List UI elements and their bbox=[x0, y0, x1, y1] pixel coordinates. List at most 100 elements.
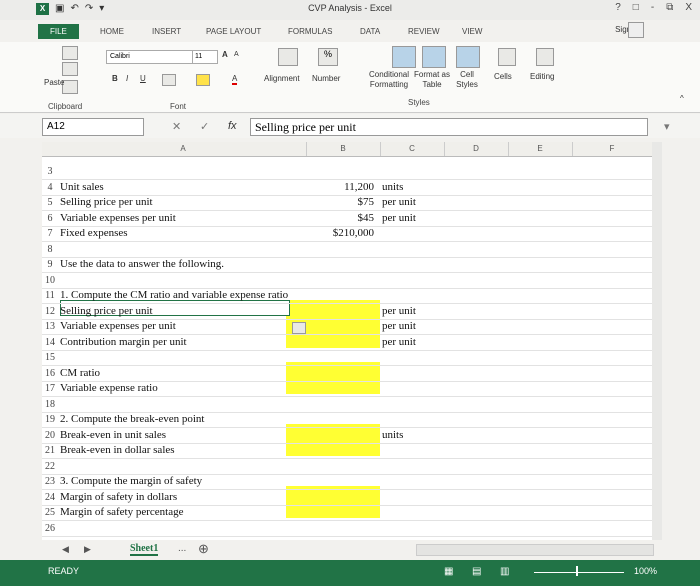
cell-a[interactable]: Variable expense ratio bbox=[60, 381, 158, 396]
cell-b[interactable] bbox=[306, 397, 374, 412]
page-layout-view-icon[interactable]: ▤ bbox=[472, 566, 481, 577]
expand-formula-bar-icon[interactable]: ▾ bbox=[664, 120, 670, 133]
cells-button[interactable]: Cells bbox=[494, 72, 512, 81]
row-number[interactable]: 7 bbox=[42, 226, 58, 241]
column-header-f[interactable]: F bbox=[572, 142, 652, 156]
font-name-dropdown[interactable]: Calibri bbox=[106, 50, 195, 64]
cell-b[interactable] bbox=[306, 459, 374, 474]
column-header-a[interactable]: A bbox=[60, 142, 307, 156]
close-button[interactable]: X bbox=[685, 2, 692, 13]
row-number[interactable]: 6 bbox=[42, 211, 58, 226]
cell-b[interactable] bbox=[306, 474, 374, 489]
cell-b[interactable] bbox=[306, 428, 374, 443]
cell-b[interactable] bbox=[306, 304, 374, 319]
cell-b[interactable] bbox=[306, 366, 374, 381]
tab-review[interactable]: REVIEW bbox=[408, 27, 440, 36]
zoom-level[interactable]: 100% bbox=[634, 566, 657, 576]
sheet-tab-sheet1[interactable]: Sheet1 bbox=[130, 543, 159, 556]
tab-formulas[interactable]: FORMULAS bbox=[288, 27, 332, 36]
cell-a[interactable]: Selling price per unit bbox=[60, 195, 153, 210]
cell-b[interactable]: $210,000 bbox=[306, 226, 374, 241]
cell-b[interactable] bbox=[306, 319, 374, 334]
prev-sheet-icon[interactable]: ◀ bbox=[62, 544, 69, 555]
underline-button[interactable]: U bbox=[140, 74, 146, 83]
row-number[interactable]: 4 bbox=[42, 180, 58, 195]
cell-b[interactable] bbox=[306, 350, 374, 365]
row-number[interactable]: 17 bbox=[42, 381, 58, 396]
cell-c[interactable]: per unit bbox=[382, 211, 416, 226]
alignment-button[interactable]: Alignment bbox=[264, 74, 300, 83]
column-header-b[interactable]: B bbox=[306, 142, 381, 156]
cell-c[interactable]: per unit bbox=[382, 335, 416, 350]
cell-a[interactable]: Unit sales bbox=[60, 180, 104, 195]
copy-icon[interactable] bbox=[62, 62, 78, 76]
row-number[interactable]: 21 bbox=[42, 443, 58, 458]
bold-button[interactable]: B bbox=[112, 74, 118, 83]
row-number[interactable]: 5 bbox=[42, 195, 58, 210]
name-box[interactable]: A12 bbox=[42, 118, 144, 136]
normal-view-icon[interactable]: ▦ bbox=[444, 566, 453, 577]
italic-button[interactable]: I bbox=[126, 74, 128, 83]
cancel-icon[interactable]: ✕ bbox=[172, 120, 181, 133]
page-break-view-icon[interactable]: ▥ bbox=[500, 566, 509, 577]
cell-b[interactable]: $75 bbox=[306, 195, 375, 210]
cell-b[interactable] bbox=[306, 381, 374, 396]
cell-a[interactable]: Selling price per unit bbox=[60, 304, 153, 319]
grow-font-button[interactable]: A bbox=[222, 50, 228, 59]
cell-a[interactable]: Contribution margin per unit bbox=[60, 335, 187, 350]
borders-icon[interactable] bbox=[162, 74, 176, 86]
conditional-formatting-icon[interactable] bbox=[392, 46, 416, 68]
restore-ribbon-button[interactable]: □ bbox=[633, 2, 639, 13]
vertical-scrollbar[interactable] bbox=[652, 142, 662, 542]
shrink-font-button[interactable]: A bbox=[234, 51, 239, 58]
row-number[interactable]: 19 bbox=[42, 412, 58, 427]
insert-function-icon[interactable]: fx bbox=[228, 120, 237, 132]
column-header-c[interactable]: C bbox=[380, 142, 445, 156]
cells-icon[interactable] bbox=[498, 48, 516, 66]
cell-b[interactable] bbox=[306, 273, 374, 288]
cell-a[interactable]: CM ratio bbox=[60, 366, 100, 381]
cell-a[interactable]: Fixed expenses bbox=[60, 226, 128, 241]
minimize-button[interactable]: - bbox=[651, 2, 654, 13]
cut-icon[interactable] bbox=[62, 46, 78, 60]
help-button[interactable]: ? bbox=[615, 2, 621, 13]
row-number[interactable]: 26 bbox=[42, 521, 58, 536]
cell-c[interactable]: per unit bbox=[382, 304, 416, 319]
formula-input[interactable]: Selling price per unit bbox=[250, 118, 648, 136]
column-header-d[interactable]: D bbox=[444, 142, 509, 156]
format-as-table-icon[interactable] bbox=[422, 46, 446, 68]
row-number[interactable]: 13 bbox=[42, 319, 58, 334]
tab-insert[interactable]: INSERT bbox=[152, 27, 181, 36]
paste-button[interactable]: Paste bbox=[44, 78, 64, 87]
row-number[interactable]: 16 bbox=[42, 366, 58, 381]
row-number[interactable]: 9 bbox=[42, 257, 58, 272]
horizontal-scrollbar[interactable] bbox=[416, 544, 654, 556]
tab-page-layout[interactable]: PAGE LAYOUT bbox=[206, 27, 261, 36]
row-number[interactable]: 23 bbox=[42, 474, 58, 489]
row-number[interactable]: 10 bbox=[42, 273, 58, 288]
row-number[interactable]: 11 bbox=[42, 288, 58, 303]
cell-a[interactable]: Variable expenses per unit bbox=[60, 211, 176, 226]
cell-a[interactable]: 2. Compute the break-even point bbox=[60, 412, 205, 427]
cell-b[interactable] bbox=[306, 335, 374, 350]
cell-b[interactable] bbox=[306, 490, 374, 505]
cell-b[interactable] bbox=[306, 443, 374, 458]
account-icon[interactable] bbox=[628, 22, 644, 38]
row-number[interactable]: 3 bbox=[42, 164, 58, 179]
cell-c[interactable]: units bbox=[382, 428, 403, 443]
tab-home[interactable]: HOME bbox=[100, 27, 124, 36]
cell-c[interactable]: per unit bbox=[382, 319, 416, 334]
font-size-dropdown[interactable]: 11 bbox=[192, 50, 218, 64]
column-header-e[interactable]: E bbox=[508, 142, 573, 156]
cell-a[interactable]: Use the data to answer the following. bbox=[60, 257, 224, 272]
row-number[interactable]: 18 bbox=[42, 397, 58, 412]
cell-a[interactable]: Variable expenses per unit bbox=[60, 319, 176, 334]
cell-a[interactable]: Margin of safety in dollars bbox=[60, 490, 177, 505]
cell-styles-button[interactable]: Cell Styles bbox=[452, 70, 482, 90]
tab-file[interactable]: FILE bbox=[38, 24, 79, 39]
zoom-slider-thumb[interactable] bbox=[576, 566, 578, 576]
cell-c[interactable]: per unit bbox=[382, 195, 416, 210]
cell-b[interactable]: $45 bbox=[306, 211, 375, 226]
percent-icon[interactable]: % bbox=[318, 48, 338, 66]
row-number[interactable]: 12 bbox=[42, 304, 58, 319]
